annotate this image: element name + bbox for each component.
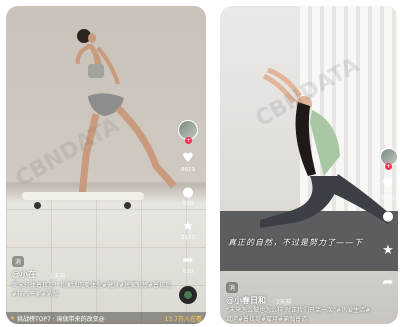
video-card-left[interactable]: + ♥ 8619 ● 500 ★ 2173 ➦ 520 消 @小在 · 1天前 … bbox=[6, 6, 206, 324]
skateboard bbox=[22, 192, 144, 200]
favorite-count: 2173 bbox=[181, 235, 195, 241]
video-card-right[interactable]: 真正的自然，不过是努力了——下 + ♥ 5.6万 ● ★ ➦ 消 @小春日和 ·… bbox=[220, 6, 398, 324]
like-button[interactable]: ♥ 5.6万 bbox=[376, 177, 398, 202]
share-icon: ➦ bbox=[182, 253, 194, 268]
author-name[interactable]: @小春日和 bbox=[226, 295, 266, 306]
comment-count: 500 bbox=[182, 201, 194, 207]
share-button[interactable]: ➦ 520 bbox=[176, 253, 200, 276]
fire-icon: ✦ bbox=[10, 314, 16, 322]
follow-plus-icon[interactable]: + bbox=[385, 163, 392, 170]
person-figure bbox=[260, 67, 392, 228]
video-caption: 周末轻体普拉提！均衡肌肉美体型#健身#居家锻炼#普拉提#核心平衡#瑜伽 bbox=[12, 282, 172, 298]
comment-icon: ● bbox=[382, 209, 394, 224]
follow-plus-icon[interactable]: + bbox=[185, 137, 192, 144]
favorite-button[interactable]: ★ 2173 bbox=[176, 219, 200, 242]
star-icon: ★ bbox=[182, 219, 194, 234]
favorite-button[interactable]: ★ bbox=[376, 244, 398, 258]
like-button[interactable]: ♥ 8619 bbox=[176, 151, 200, 174]
skateboard-wheel bbox=[124, 202, 131, 209]
challenge-link[interactable]: 挑战榜TOP7 · 瑜伽带来的改变@ bbox=[17, 314, 165, 323]
star-icon: ★ bbox=[382, 243, 394, 258]
skateboard-wheel bbox=[34, 202, 41, 209]
post-time: · 3天前 bbox=[272, 299, 292, 306]
heart-icon: ♥ bbox=[182, 151, 194, 166]
share-icon: ➦ bbox=[382, 275, 394, 290]
heart-icon: ♥ bbox=[382, 177, 394, 192]
status-badge: 消 bbox=[12, 256, 25, 267]
post-time: · 1天前 bbox=[46, 273, 66, 280]
like-count: 5.6万 bbox=[380, 195, 396, 201]
bottom-bar[interactable]: ✦ 挑战榜TOP7 · 瑜伽带来的改变@ 13.7万人在看 bbox=[6, 312, 206, 324]
video-frame bbox=[220, 6, 398, 324]
music-disc-icon[interactable] bbox=[179, 286, 197, 304]
comment-button[interactable]: ● 500 bbox=[176, 185, 200, 208]
status-badge: 消 bbox=[226, 282, 239, 293]
author-name[interactable]: @小在 bbox=[12, 269, 36, 280]
like-count: 8619 bbox=[181, 167, 195, 173]
share-button[interactable]: ➦ bbox=[376, 276, 398, 290]
video-caption: “未来怎么做也怎么样 就正我们只活一次”#热爱生活#减脂#普拉提#蜜月#瑜伽普道 bbox=[226, 307, 371, 323]
comment-button[interactable]: ● bbox=[376, 210, 398, 224]
viewer-count: 13.7万人在看 bbox=[164, 315, 202, 323]
share-count: 520 bbox=[182, 269, 194, 275]
overlay-subtitle: 真正的自然，不过是努力了——下 bbox=[228, 238, 363, 247]
comment-icon: ● bbox=[182, 185, 194, 200]
